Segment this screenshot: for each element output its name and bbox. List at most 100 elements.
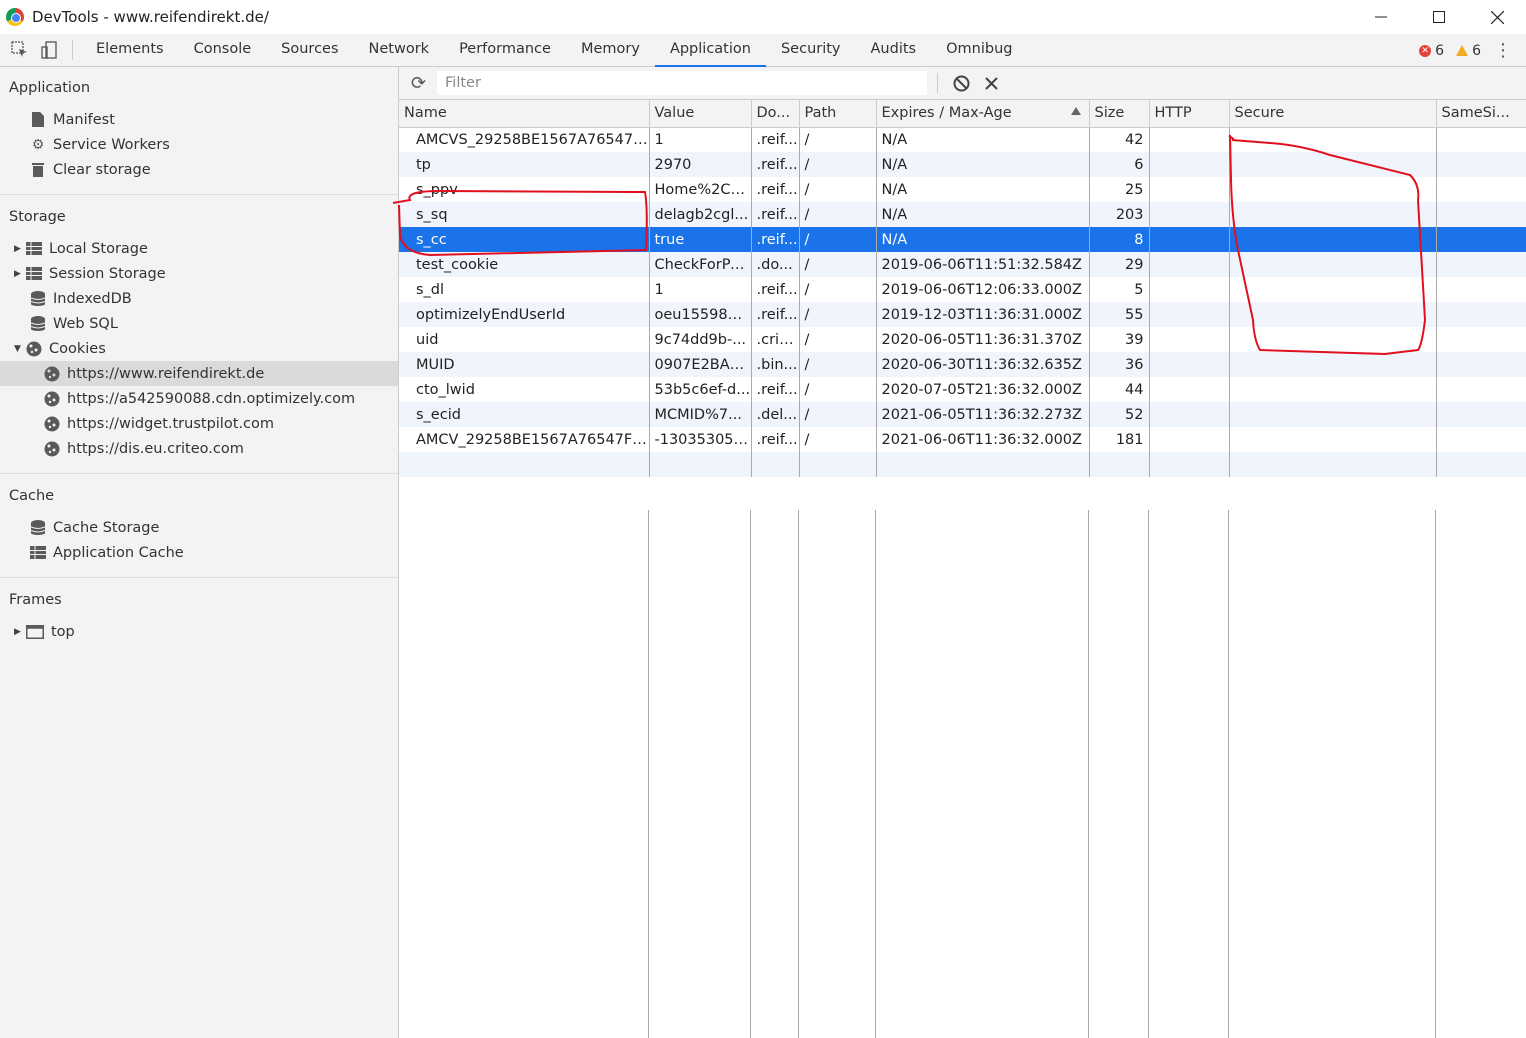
table-row[interactable]: s_ecid MCMID%7... .del.../2021-06-05T11:36… bbox=[399, 402, 1526, 427]
cell-domain: .reif... bbox=[751, 152, 800, 177]
more-options-icon[interactable]: ⋮ bbox=[1494, 40, 1512, 61]
column-divider bbox=[750, 510, 751, 1038]
collapse-arrow-icon[interactable]: ▼ bbox=[14, 344, 26, 354]
table-row[interactable]: cto_lwid 53b5c6ef-d... .reif.../2020-07-05… bbox=[399, 377, 1526, 402]
table-row[interactable]: uid 9c74dd9b-... .crit.../2020-06-05T11:36… bbox=[399, 327, 1526, 352]
expand-arrow-icon[interactable]: ▶ bbox=[14, 269, 26, 279]
column-header-secure[interactable]: Secure bbox=[1229, 100, 1437, 128]
tab-network[interactable]: Network bbox=[354, 34, 445, 67]
column-header-label: Expires / Max-Age bbox=[881, 105, 1012, 122]
table-row[interactable]: test_cookie CheckForPe... .do.../2019-06-0… bbox=[399, 252, 1526, 277]
table-row[interactable]: s_sq delagb2cgl... .reif... / N/A 203 bbox=[399, 202, 1526, 227]
inspect-element-icon[interactable] bbox=[10, 40, 30, 60]
sidebar-item-application-cache[interactable]: Application Cache bbox=[0, 540, 398, 565]
expand-arrow-icon[interactable]: ▶ bbox=[14, 244, 26, 254]
device-toolbar-icon[interactable] bbox=[40, 40, 60, 60]
expand-arrow-icon[interactable]: ▶ bbox=[14, 627, 26, 637]
minimize-button[interactable] bbox=[1352, 0, 1410, 34]
cell-size: 29 bbox=[1089, 252, 1150, 277]
tab-security[interactable]: Security bbox=[766, 34, 856, 67]
cell-size: 52 bbox=[1089, 402, 1150, 427]
table-row[interactable]: s_cc true .reif... / N/A 8 bbox=[399, 227, 1526, 252]
table-row[interactable]: tp 2970 .reif... / N/A 6 bbox=[399, 152, 1526, 177]
refresh-icon[interactable]: ⟳ bbox=[411, 73, 429, 94]
tab-sources[interactable]: Sources bbox=[266, 34, 353, 67]
cursor-icon bbox=[11, 41, 27, 57]
sidebar-item-label: https://a542590088.cdn.optimizely.com bbox=[67, 390, 356, 407]
cell-expires: 2019-06-06T11:51:32.584Z bbox=[876, 252, 1090, 277]
table-row[interactable]: s_dl 1 .reif.../2019-06-06T12:06:33.000Z 5 bbox=[399, 277, 1526, 302]
sidebar-item-cookies[interactable]: ▼ Cookies bbox=[0, 336, 398, 361]
close-window-button[interactable] bbox=[1468, 0, 1526, 34]
cell-size: 36 bbox=[1089, 352, 1150, 377]
column-header-do[interactable]: Do... bbox=[751, 100, 800, 128]
cell-domain: .bin... bbox=[751, 352, 800, 377]
sidebar-item-cookie-origin[interactable]: https://a542590088.cdn.optimizely.com bbox=[0, 386, 398, 411]
column-header-path[interactable]: Path bbox=[799, 100, 877, 128]
maximize-button[interactable] bbox=[1410, 0, 1468, 34]
column-divider bbox=[798, 510, 799, 1038]
column-header-expires-max-age[interactable]: Expires / Max-Age bbox=[876, 100, 1090, 128]
sidebar-item-clear-storage[interactable]: Clear storage bbox=[0, 157, 398, 182]
column-header-size[interactable]: Size bbox=[1089, 100, 1150, 128]
sidebar-item-session-storage[interactable]: ▶ Session Storage bbox=[0, 261, 398, 286]
minimize-icon bbox=[1375, 16, 1387, 18]
table-row[interactable]: optimizelyEndUserId oeu155982... .reif... /… bbox=[399, 302, 1526, 327]
sidebar-item-local-storage[interactable]: ▶ Local Storage bbox=[0, 236, 398, 261]
cell-http bbox=[1149, 327, 1230, 352]
cell-http bbox=[1149, 227, 1230, 252]
sidebar-item-cookie-origin[interactable]: https://www.reifendirekt.de bbox=[0, 361, 398, 386]
cell-expires: 2019-12-03T11:36:31.000Z bbox=[876, 302, 1090, 327]
column-header-name[interactable]: Name bbox=[399, 100, 650, 128]
grid-icon bbox=[26, 241, 42, 257]
sidebar-item-indexeddb[interactable]: IndexedDB bbox=[0, 286, 398, 311]
cell-size: 203 bbox=[1089, 202, 1150, 227]
tab-omnibug[interactable]: Omnibug bbox=[931, 34, 1027, 67]
sidebar-item-frame-top[interactable]: ▶ top bbox=[0, 619, 398, 644]
cell-domain: .crit... bbox=[751, 327, 800, 352]
delete-selected-button[interactable] bbox=[978, 70, 1004, 96]
cell-http bbox=[1149, 302, 1230, 327]
cell-samesite bbox=[1436, 252, 1526, 277]
section-title-application: Application bbox=[9, 80, 91, 96]
sidebar-item-cache-storage[interactable]: Cache Storage bbox=[0, 515, 398, 540]
devtools-toolbar: Elements Console Sources Network Performance… bbox=[0, 34, 1526, 67]
column-header-http[interactable]: HTTP bbox=[1149, 100, 1230, 128]
column-header-samesi[interactable]: SameSi... bbox=[1436, 100, 1526, 128]
sidebar-item-label: Clear storage bbox=[53, 161, 151, 178]
cookie-icon bbox=[44, 391, 60, 407]
cell-domain: .reif... bbox=[751, 127, 800, 152]
cell-samesite bbox=[1436, 202, 1526, 227]
cell-value: 9c74dd9b-... bbox=[649, 327, 752, 352]
cell-secure bbox=[1229, 152, 1437, 177]
tab-performance[interactable]: Performance bbox=[444, 34, 566, 67]
database-icon bbox=[30, 520, 46, 536]
column-divider bbox=[1435, 510, 1436, 1038]
column-header-label: Name bbox=[404, 105, 447, 122]
cell-empty bbox=[649, 452, 752, 477]
table-row[interactable]: AMCVS_29258BE1567A76547F0... 1 .reif... / N/… bbox=[399, 127, 1526, 152]
tab-application[interactable]: Application bbox=[654, 34, 766, 67]
tab-elements[interactable]: Elements bbox=[81, 34, 179, 67]
tab-memory[interactable]: Memory bbox=[566, 34, 655, 67]
sidebar-item-web-sql[interactable]: Web SQL bbox=[0, 311, 398, 336]
column-header-value[interactable]: Value bbox=[649, 100, 752, 128]
sidebar-item-cookie-origin[interactable]: https://widget.trustpilot.com bbox=[0, 411, 398, 436]
sidebar-item-service-workers[interactable]: ⚙ Service Workers bbox=[0, 132, 398, 157]
cell-secure bbox=[1229, 252, 1437, 277]
clear-all-button[interactable] bbox=[948, 70, 974, 96]
issue-counters[interactable]: ✕ 6 6 bbox=[1419, 34, 1481, 67]
section-title-frames: Frames bbox=[9, 592, 62, 608]
sidebar-item-manifest[interactable]: Manifest bbox=[0, 107, 398, 132]
table-row[interactable]: MUID 0907E2BAB... .bin.../2020-06-30T11:36… bbox=[399, 352, 1526, 377]
frame-icon bbox=[26, 624, 44, 640]
sidebar-item-label: Local Storage bbox=[49, 240, 148, 257]
cell-name: optimizelyEndUserId bbox=[399, 302, 650, 327]
cell-expires: 2021-06-06T11:36:32.000Z bbox=[876, 427, 1090, 452]
tab-console[interactable]: Console bbox=[179, 34, 267, 67]
filter-input[interactable] bbox=[437, 71, 927, 95]
table-row[interactable]: AMCV_29258BE1567A76547F00... -130353058..… bbox=[399, 427, 1526, 452]
table-row[interactable]: s_ppv Home%2C2... .reif... / N/A 25 bbox=[399, 177, 1526, 202]
tab-audits[interactable]: Audits bbox=[856, 34, 932, 67]
sidebar-item-cookie-origin[interactable]: https://dis.eu.criteo.com bbox=[0, 436, 398, 461]
